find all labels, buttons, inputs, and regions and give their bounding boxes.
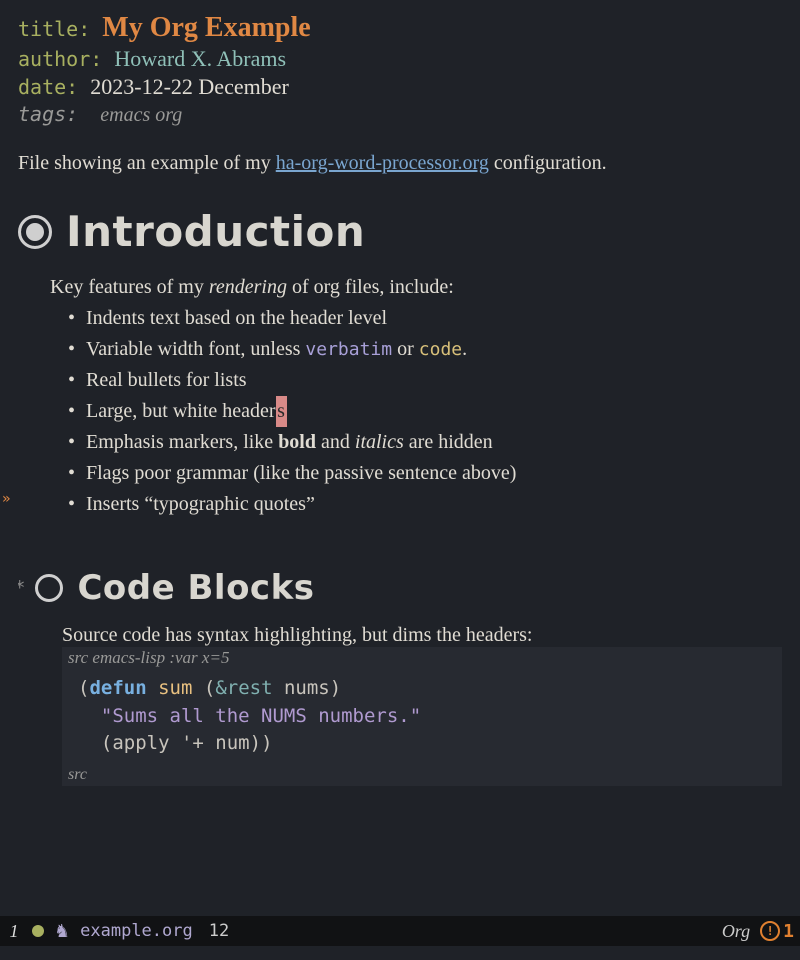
meta-key-tags: tags: (18, 102, 78, 126)
list-text: Variable width font, unless (86, 338, 305, 360)
code-span: code (419, 339, 462, 360)
paren: ) (330, 677, 341, 699)
src-caption: Source code has syntax highlighting, but… (62, 624, 782, 647)
list-text: Flags poor grammar (like the passive sen… (86, 462, 516, 484)
list-text: Emphasis markers, like (86, 431, 278, 453)
features-lead: Key features of my rendering of org file… (50, 276, 782, 299)
docstring: "Sums all the NUMS numbers." (101, 705, 421, 727)
minibuffer[interactable] (0, 946, 800, 960)
src-block-section: Source code has syntax highlighting, but… (62, 624, 782, 786)
paren: ( (192, 677, 215, 699)
features-lead-pre: Key features of my (50, 276, 209, 298)
list-text: Real bullets for lists (86, 369, 247, 391)
list-text: Large, but white header (86, 400, 276, 422)
section-body-introduction: Key features of my rendering of org file… (50, 276, 782, 520)
author-value: Howard X. Abrams (114, 46, 286, 71)
meta-key-date: date: (18, 75, 78, 99)
modeline[interactable]: 1 ♞ example.org 12 Org ! 1 (0, 916, 800, 946)
list-text: . (462, 338, 467, 360)
list-text: Inserts “typographic quotes” (86, 493, 315, 515)
list-text: are hidden (404, 431, 493, 453)
meta-tags: tags: emacs org (18, 102, 782, 127)
list-text: or (392, 338, 419, 360)
list-text: Indents text based on the header level (86, 307, 387, 329)
meta-date: date: 2023-12-22 December (18, 74, 782, 100)
meta-key-author: author: (18, 47, 102, 71)
features-lead-post: of org files, include: (287, 276, 454, 298)
space (273, 677, 284, 699)
paren: ( (78, 677, 89, 699)
warning-icon: ! (760, 921, 780, 941)
meta-key-title: title: (18, 17, 90, 41)
src-end-line: src (62, 766, 782, 786)
code-text: apply '+ num (112, 732, 249, 754)
intro-text-before: File showing an example of my (18, 152, 276, 174)
italic-span: italics (355, 431, 404, 453)
list-item: Inserts “typographic quotes” (68, 489, 782, 520)
modeline-left: 1 ♞ example.org 12 (6, 921, 229, 942)
meta-title: title: My Org Example (18, 12, 782, 44)
buffer-name[interactable]: example.org (80, 921, 193, 941)
heading-bullet-icon (35, 574, 63, 602)
list-item: Flags poor grammar (like the passive sen… (68, 458, 782, 489)
heading-text: Introduction (66, 207, 365, 256)
modified-indicator-icon (32, 925, 44, 937)
list-item: Large, but white headers (68, 396, 782, 427)
editor-buffer[interactable]: title: My Org Example author: Howard X. … (18, 10, 782, 910)
line-number: 12 (209, 921, 229, 941)
func-name: sum (158, 677, 192, 699)
intro-text-after: configuration. (489, 152, 607, 174)
features-lead-em: rendering (209, 276, 287, 298)
paren: ( (101, 732, 112, 754)
intro-paragraph: File showing an example of my ha-org-wor… (18, 149, 782, 177)
date-value: 2023-12-22 December (90, 74, 289, 99)
heading-bullet-icon (18, 215, 52, 249)
cursor: s (276, 396, 287, 427)
warning-count: 1 (783, 921, 794, 942)
heading-text: Code Blocks (77, 568, 314, 608)
tags-value: emacs org (90, 104, 182, 126)
space (147, 677, 158, 699)
paren: )) (250, 732, 273, 754)
verbatim-span: verbatim (305, 339, 392, 360)
heading-introduction[interactable]: Introduction (18, 207, 782, 256)
src-begin-text: src emacs-lisp :var x=5 (68, 648, 229, 667)
config-link[interactable]: ha-org-word-processor.org (276, 152, 489, 174)
fringe: » (0, 0, 14, 910)
fringe-indicator-icon: » (2, 491, 10, 507)
heading-code-blocks[interactable]: * Code Blocks (18, 568, 782, 608)
list-item: Real bullets for lists (68, 365, 782, 396)
src-begin-line: src emacs-lisp :var x=5 (62, 647, 782, 669)
bold-span: bold (278, 431, 316, 453)
list-item: Variable width font, unless verbatim or … (68, 334, 782, 365)
major-mode[interactable]: Org (722, 921, 750, 942)
title-value: My Org Example (102, 12, 310, 43)
src-code[interactable]: (defun sum (&rest nums) "Sums all the NU… (62, 669, 782, 766)
flycheck-warning[interactable]: ! 1 (760, 921, 794, 942)
keyword-defun: defun (89, 677, 146, 699)
window-number: 1 (6, 921, 22, 942)
features-list: Indents text based on the header level V… (68, 303, 782, 520)
list-text: and (316, 431, 355, 453)
heading-star: * (18, 577, 25, 599)
meta-author: author: Howard X. Abrams (18, 46, 782, 72)
list-item: Indents text based on the header level (68, 303, 782, 334)
list-item: Emphasis markers, like bold and italics … (68, 427, 782, 458)
amp-rest: &rest (215, 677, 272, 699)
mode-icon: ♞ (54, 921, 70, 942)
arg-name: nums (284, 677, 330, 699)
